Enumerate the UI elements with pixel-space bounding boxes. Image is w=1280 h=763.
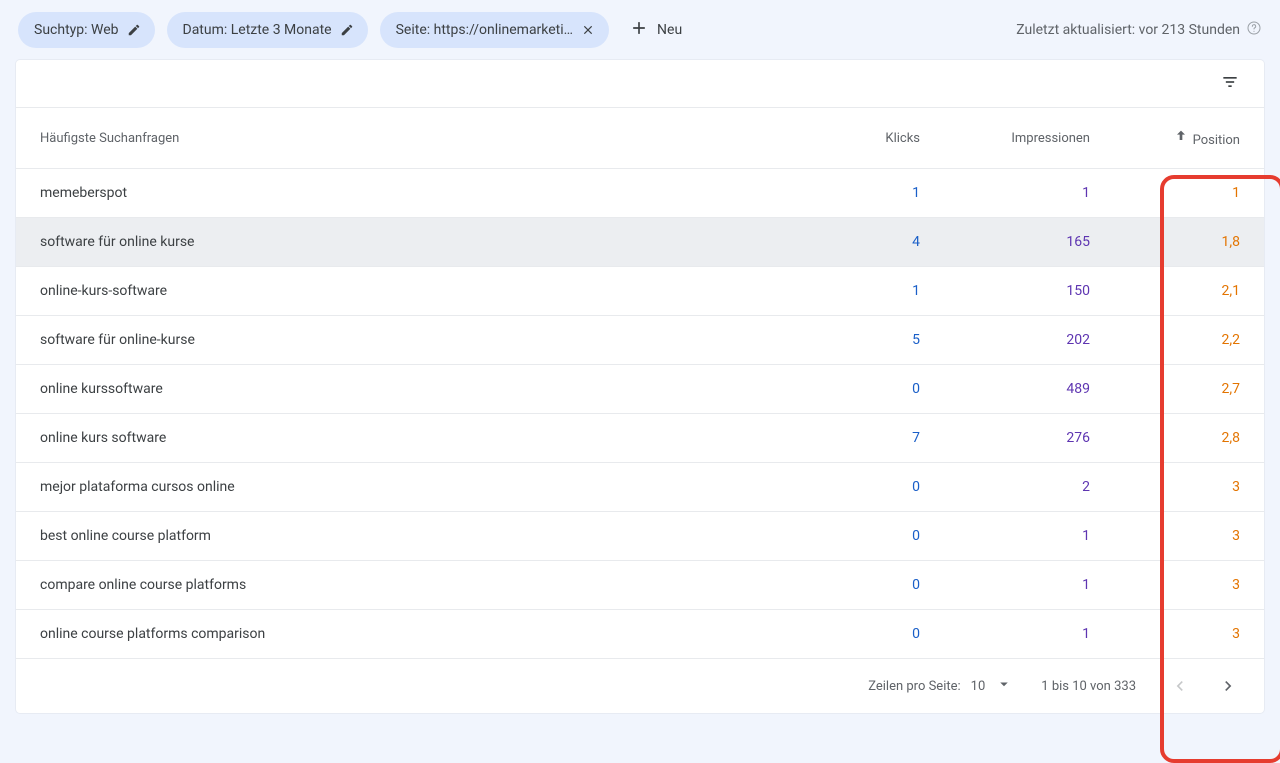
filter-chip-search-type[interactable]: Suchtyp: Web: [18, 12, 155, 48]
cell-position: 3: [1114, 610, 1264, 659]
cell-clicks: 1: [804, 169, 944, 218]
help-icon[interactable]: [1246, 20, 1262, 40]
page-prev-button[interactable]: [1164, 670, 1196, 702]
filter-chip-page[interactable]: Seite: https://onlinemarketi…: [380, 12, 609, 48]
card-toolbar: [16, 60, 1264, 108]
table-row[interactable]: memeberspot111: [16, 169, 1264, 218]
cell-position: 2,2: [1114, 316, 1264, 365]
cell-query: online-kurs-software: [16, 267, 804, 316]
cell-clicks: 4: [804, 218, 944, 267]
chevron-down-icon: [995, 675, 1013, 697]
cell-clicks: 0: [804, 512, 944, 561]
cell-position: 3: [1114, 512, 1264, 561]
table-row[interactable]: software für online kurse41651,8: [16, 218, 1264, 267]
table-row[interactable]: online course platforms comparison013: [16, 610, 1264, 659]
cell-impressions: 276: [944, 414, 1114, 463]
cell-position: 2,1: [1114, 267, 1264, 316]
rows-per-page[interactable]: Zeilen pro Seite: 10: [868, 675, 1013, 697]
queries-card: Häufigste Suchanfragen Klicks Impression…: [16, 60, 1264, 713]
cell-query: software für online-kurse: [16, 316, 804, 365]
table-row[interactable]: mejor plataforma cursos online023: [16, 463, 1264, 512]
table-row[interactable]: online kurs software72762,8: [16, 414, 1264, 463]
table-footer: Zeilen pro Seite: 10 1 bis 10 von 333: [16, 659, 1264, 713]
cell-impressions: 1: [944, 512, 1114, 561]
cell-impressions: 1: [944, 561, 1114, 610]
cell-impressions: 2: [944, 463, 1114, 512]
cell-position: 1,8: [1114, 218, 1264, 267]
cell-impressions: 165: [944, 218, 1114, 267]
queries-table: Häufigste Suchanfragen Klicks Impression…: [16, 108, 1264, 659]
pagination: [1164, 670, 1244, 702]
table-row[interactable]: online-kurs-software11502,1: [16, 267, 1264, 316]
last-updated-label: Zuletzt aktualisiert: vor 213 Stunden: [1016, 22, 1240, 38]
cell-clicks: 0: [804, 463, 944, 512]
table-row[interactable]: software für online-kurse52022,2: [16, 316, 1264, 365]
rows-per-page-value: 10: [971, 679, 986, 694]
column-header-impressions[interactable]: Impressionen: [944, 108, 1114, 169]
range-label: 1 bis 10 von 333: [1041, 679, 1136, 694]
cell-query: compare online course platforms: [16, 561, 804, 610]
cell-impressions: 150: [944, 267, 1114, 316]
cell-clicks: 0: [804, 610, 944, 659]
cell-query: best online course platform: [16, 512, 804, 561]
cell-position: 1: [1114, 169, 1264, 218]
cell-clicks: 1: [804, 267, 944, 316]
pencil-icon: [125, 21, 143, 39]
cell-position: 2,8: [1114, 414, 1264, 463]
cell-impressions: 1: [944, 610, 1114, 659]
chip-label: Seite: https://onlinemarketi…: [396, 22, 573, 38]
filter-chip-date[interactable]: Datum: Letzte 3 Monate: [167, 12, 368, 48]
column-header-position[interactable]: Position: [1114, 108, 1264, 169]
table-header-row: Häufigste Suchanfragen Klicks Impression…: [16, 108, 1264, 169]
cell-clicks: 5: [804, 316, 944, 365]
cell-clicks: 0: [804, 365, 944, 414]
column-header-clicks[interactable]: Klicks: [804, 108, 944, 169]
new-filter-button[interactable]: Neu: [629, 18, 682, 42]
table-row[interactable]: compare online course platforms013: [16, 561, 1264, 610]
cell-clicks: 0: [804, 561, 944, 610]
arrow-up-icon: [1173, 128, 1189, 144]
column-header-query[interactable]: Häufigste Suchanfragen: [16, 108, 804, 169]
filter-icon[interactable]: [1220, 72, 1240, 96]
cell-position: 2,7: [1114, 365, 1264, 414]
rows-per-page-label: Zeilen pro Seite:: [868, 679, 960, 694]
cell-clicks: 7: [804, 414, 944, 463]
table-row[interactable]: online kurssoftware04892,7: [16, 365, 1264, 414]
cell-query: online kurs software: [16, 414, 804, 463]
cell-query: software für online kurse: [16, 218, 804, 267]
plus-icon: [629, 18, 649, 42]
cell-query: online kurssoftware: [16, 365, 804, 414]
cell-query: memeberspot: [16, 169, 804, 218]
last-updated: Zuletzt aktualisiert: vor 213 Stunden: [1016, 20, 1262, 40]
cell-impressions: 489: [944, 365, 1114, 414]
page-next-button[interactable]: [1212, 670, 1244, 702]
cell-query: online course platforms comparison: [16, 610, 804, 659]
cell-impressions: 202: [944, 316, 1114, 365]
new-label: Neu: [657, 22, 682, 38]
chip-label: Suchtyp: Web: [34, 22, 119, 38]
cell-impressions: 1: [944, 169, 1114, 218]
chip-label: Datum: Letzte 3 Monate: [183, 22, 332, 38]
column-header-position-label: Position: [1193, 133, 1240, 148]
cell-query: mejor plataforma cursos online: [16, 463, 804, 512]
close-icon[interactable]: [579, 21, 597, 39]
pencil-icon: [338, 21, 356, 39]
filter-bar: Suchtyp: Web Datum: Letzte 3 Monate Seit…: [0, 0, 1280, 60]
table-row[interactable]: best online course platform013: [16, 512, 1264, 561]
cell-position: 3: [1114, 463, 1264, 512]
cell-position: 3: [1114, 561, 1264, 610]
